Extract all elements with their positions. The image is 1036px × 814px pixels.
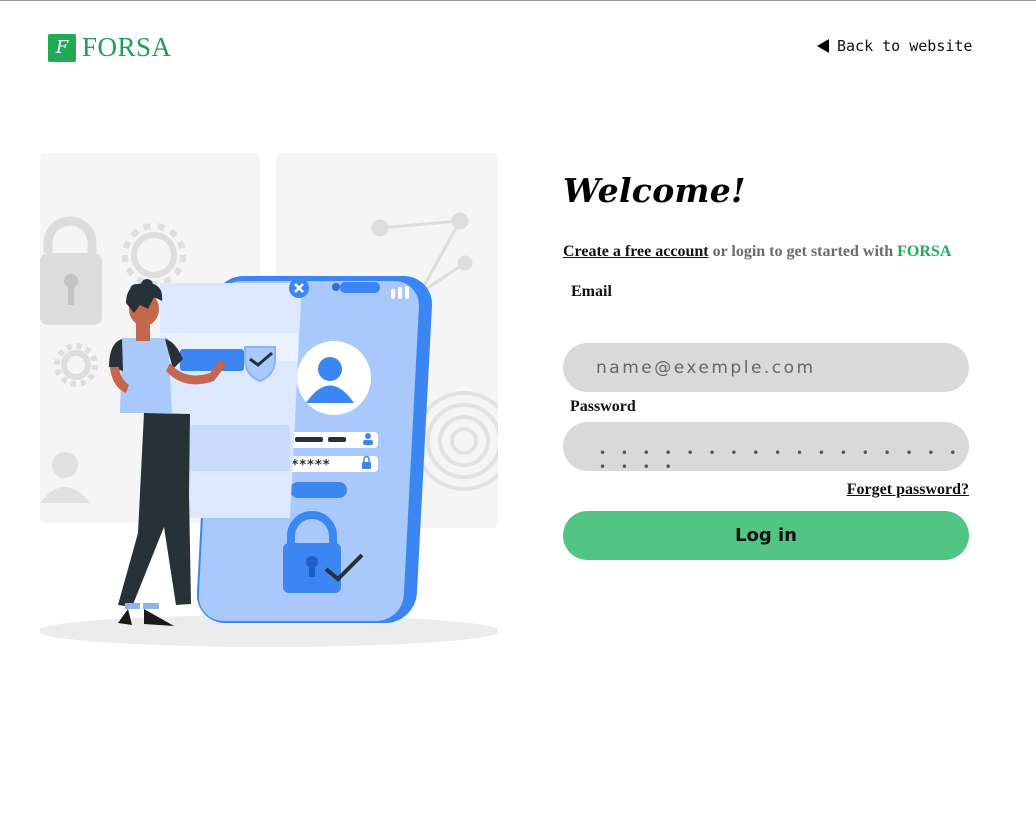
logo-mark-icon: F <box>48 33 76 62</box>
logo-text: FORSA <box>82 32 172 62</box>
welcome-title: Welcome! <box>563 171 746 210</box>
password-mask-text: ***** <box>291 458 330 473</box>
password-label: Password <box>570 398 636 415</box>
login-illustration: ***** <box>40 153 498 647</box>
brand-name: FORSA <box>897 243 952 260</box>
create-account-link[interactable]: Create a free account <box>563 243 709 260</box>
forget-password-link[interactable]: Forget password? <box>847 481 969 499</box>
password-row: ***** <box>288 455 378 473</box>
forsa-logo[interactable]: F FORSA <box>48 32 172 63</box>
close-badge-icon <box>289 278 309 298</box>
back-to-website-label: Back to website <box>837 37 973 55</box>
back-to-website-link[interactable]: Back to website <box>817 37 972 55</box>
email-label: Email <box>571 283 612 300</box>
subtitle-text: or login to get started with <box>708 243 898 260</box>
email-field[interactable] <box>563 343 969 392</box>
username-row <box>288 432 378 448</box>
login-button[interactable]: Log in <box>563 511 969 560</box>
phone-login-button <box>290 482 347 498</box>
header: F FORSA Back to website <box>0 1 1036 91</box>
password-field[interactable] <box>563 422 969 471</box>
user-avatar-icon <box>297 341 371 415</box>
login-subtitle: Create a free account or login to get st… <box>563 243 983 261</box>
back-arrow-icon <box>817 39 829 53</box>
